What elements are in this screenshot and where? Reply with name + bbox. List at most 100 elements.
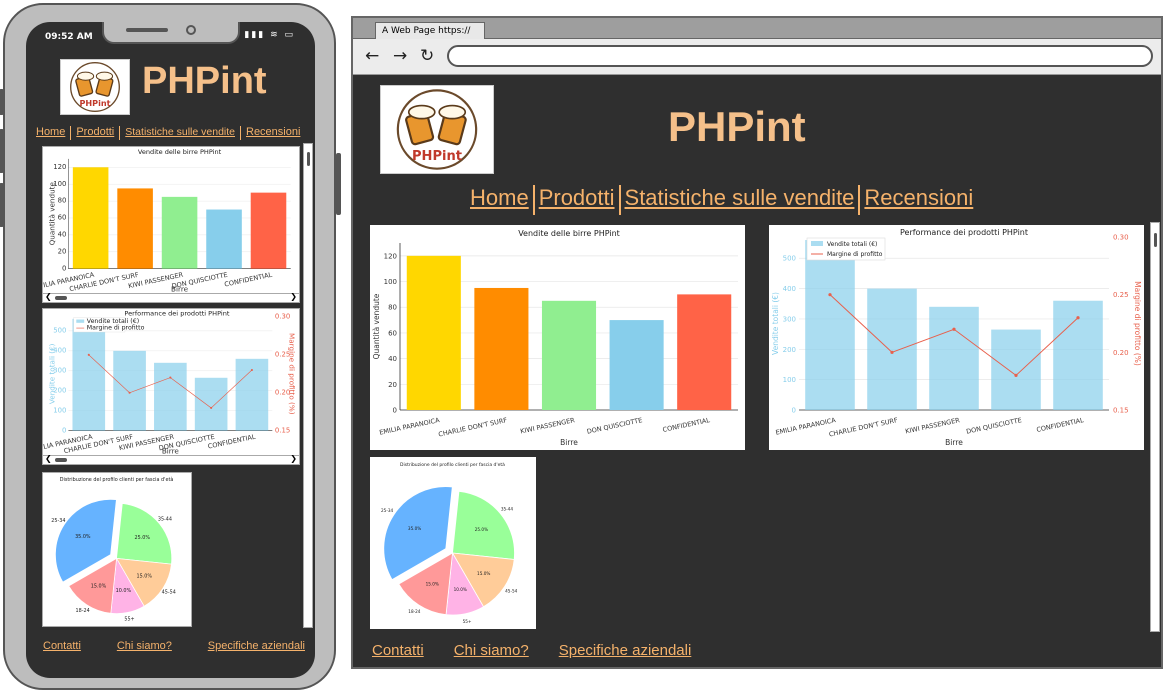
mobile-nav: Home Prodotti Statistiche sulle vendite … [36,126,306,140]
horizontal-scrollbar[interactable]: ❮ ❯ [43,292,299,302]
vertical-scrollbar[interactable] [303,143,313,628]
scroll-right-icon[interactable]: ❯ [290,292,297,301]
x-tick-label: CONFIDENTIAL [1036,416,1085,434]
pie-pct-label: 35.0% [408,526,421,531]
nav-prodotti[interactable]: Prodotti [76,126,114,140]
legend-label: Margine di profitto [827,251,883,258]
mobile-footer: Contatti Chi siamo? Specifiche aziendali [43,640,305,652]
pie-label: 55+ [463,619,472,624]
x-tick-label: CHARLIE DON'T SURF [438,416,508,438]
profit-point [210,406,213,409]
scroll-left-icon[interactable]: ❮ [45,292,52,301]
phone-frame: 09:52 AM ▮▮▮ ≋ ▭ PHPint PHPint Home Prod… [0,3,341,690]
nav-statistiche[interactable]: Statistiche sulle vendite [625,185,855,215]
profit-point [1014,373,1018,377]
scroll-thumb[interactable] [55,458,67,462]
reload-icon[interactable]: ↻ [420,46,434,66]
y-tick-label: 300 [783,315,796,323]
nav-separator [618,185,621,215]
footer-chi-siamo[interactable]: Chi siamo? [454,642,529,659]
y-tick-label: 400 [783,285,796,293]
y-right-tick-label: 0.15 [275,426,290,434]
y-right-axis-label: Margine di profitto (%) [287,333,296,415]
pie-label: 45-54 [505,589,518,594]
pie-pct-label: 15.0% [91,583,107,589]
pie-label: 35-44 [501,506,514,511]
logo-wordmark: PHPint [412,149,462,164]
pie-pct-label: 25.0% [135,535,151,541]
phone-notch [102,22,240,44]
horizontal-scrollbar[interactable]: ❮ ❯ [43,454,299,464]
y-tick-label: 120 [384,252,397,260]
bar [867,288,917,410]
bar [117,188,153,269]
footer-contatti[interactable]: Contatti [43,640,81,652]
nav-separator [240,126,241,140]
y-right-tick-label: 0.30 [275,313,290,321]
pie-pct-label: 10.0% [116,588,132,594]
nav-recensioni[interactable]: Recensioni [864,185,973,215]
phone-volume-up-button [0,129,4,173]
url-input[interactable] [447,45,1153,67]
desktop-footer: Contatti Chi siamo? Specifiche aziendali [372,642,691,659]
pie-pct-label: 25.0% [475,527,488,532]
nav-statistiche[interactable]: Statistiche sulle vendite [125,126,235,140]
browser-window: A Web Page https:// ← → ↻ PHPint PHPint … [351,16,1163,669]
nav-separator [119,126,121,140]
x-tick-label: CONFIDENTIAL [224,271,274,289]
nav-home[interactable]: Home [470,185,529,215]
footer-chi-siamo[interactable]: Chi siamo? [117,640,172,652]
y-tick-label: 0 [62,426,66,434]
chart-title: Performance dei prodotti PHPint [900,228,1028,237]
back-arrow-icon[interactable]: ← [365,46,379,66]
bar [206,209,242,269]
scroll-thumb[interactable] [307,152,310,166]
scroll-right-icon[interactable]: ❯ [290,454,297,463]
chart-title: Vendite delle birre PHPint [518,229,620,238]
nav-separator [858,185,861,215]
y-tick-label: 0 [792,407,796,415]
nav-recensioni[interactable]: Recensioni [246,126,300,140]
browser-tab[interactable]: A Web Page https:// [375,22,485,40]
phone-power-button [336,153,341,215]
nav-home[interactable]: Home [36,126,65,140]
sales-chart-card: Vendite delle birre PHPint 0 20 40 60 80 100 12… [370,225,745,450]
footer-contatti[interactable]: Contatti [372,642,424,659]
y-tick-label: 500 [783,255,796,263]
site-logo[interactable]: PHPint [60,59,130,115]
chart-title: Vendite delle birre PHPint [138,148,222,156]
mobile-age-pie-card: Distribuzione del profilo clienti per fa… [42,472,192,627]
nav-prodotti[interactable]: Prodotti [539,185,615,215]
phone-volume-down-button [0,183,4,227]
y-tick-label: 0 [62,264,66,272]
bar [609,320,664,410]
age-pie-chart: Distribuzione del profilo clienti per fa… [51,476,176,623]
bar [72,318,106,431]
scroll-thumb[interactable] [55,296,67,300]
y-right-tick-label: 0.25 [1113,291,1129,299]
pie-slice [452,490,515,560]
scroll-left-icon[interactable]: ❮ [45,454,52,463]
x-tick-label: KIWI PASSENGER [905,416,961,435]
mobile-performance-chart-card: Performance dei prodotti PHPint 0 100 200 30… [31,308,300,465]
beer-mugs-logo-icon: PHPint [396,89,478,170]
y-tick-label: 80 [58,197,67,205]
legend-swatch [76,319,85,323]
footer-specifiche[interactable]: Specifiche aziendali [208,640,305,652]
legend-label: Margine di profitto [87,324,145,331]
profit-point [250,368,253,372]
forward-arrow-icon[interactable]: → [393,46,407,66]
vertical-scrollbar[interactable] [1150,222,1160,632]
y-tick-label: 40 [58,231,67,239]
x-tick-label: DON QUISCIOTTE [966,416,1023,436]
profit-point [828,293,832,297]
site-logo[interactable]: PHPint [380,85,494,174]
x-tick-label: CHARLIE DON'T SURF [828,416,898,438]
footer-specifiche[interactable]: Specifiche aziendali [559,642,692,659]
y-tick-label: 20 [58,247,67,255]
y-axis-label: Quantità vendute [372,293,381,359]
y-tick-label: 60 [58,214,67,222]
scroll-thumb[interactable] [1154,233,1157,247]
profit-point [169,376,172,379]
pie-pct-label: 10.0% [454,587,467,592]
